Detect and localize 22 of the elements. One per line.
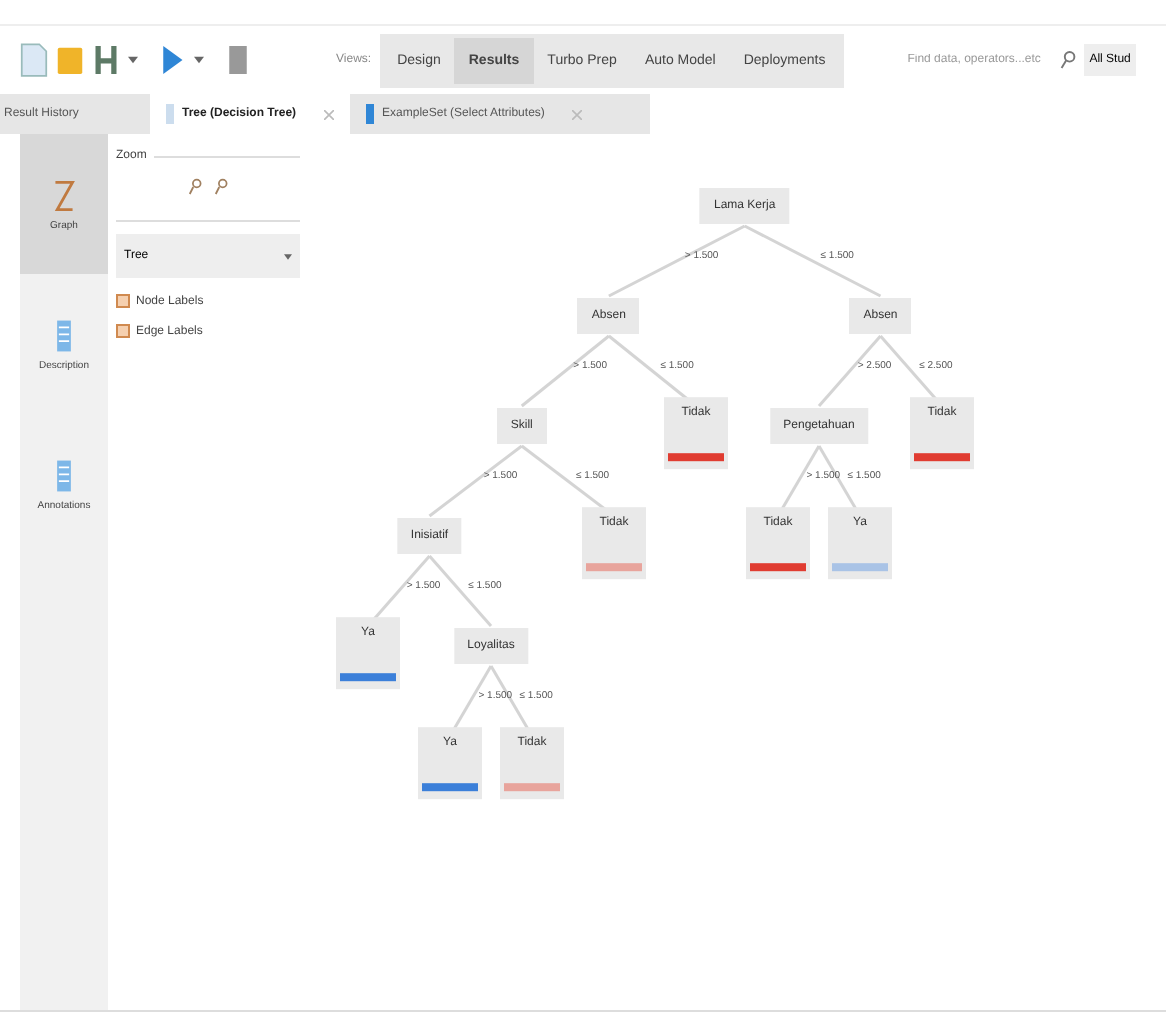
- caret-icon: [284, 253, 292, 259]
- save-icon[interactable]: [92, 42, 120, 78]
- caret-icon[interactable]: [194, 56, 204, 64]
- search-icon[interactable]: [1059, 50, 1076, 70]
- play-icon[interactable]: [158, 42, 186, 78]
- graph-icon: [52, 177, 76, 213]
- tree-edge: [744, 224, 882, 298]
- zoom-in-icon[interactable]: [188, 178, 202, 196]
- new-file-icon[interactable]: [20, 42, 48, 78]
- document-icon: [52, 457, 76, 493]
- tree-edge: [428, 444, 523, 518]
- tree-edge: [520, 334, 610, 408]
- tree-edge: [608, 224, 746, 298]
- document-icon: [166, 104, 174, 124]
- checkbox[interactable]: [116, 324, 130, 338]
- zoom-out-icon[interactable]: [214, 178, 228, 196]
- stop-icon[interactable]: [224, 42, 252, 78]
- close-icon[interactable]: [324, 109, 335, 119]
- document-icon: [366, 104, 375, 124]
- document-icon: [52, 317, 76, 353]
- caret-icon[interactable]: [128, 56, 138, 64]
- checkbox[interactable]: [116, 294, 130, 308]
